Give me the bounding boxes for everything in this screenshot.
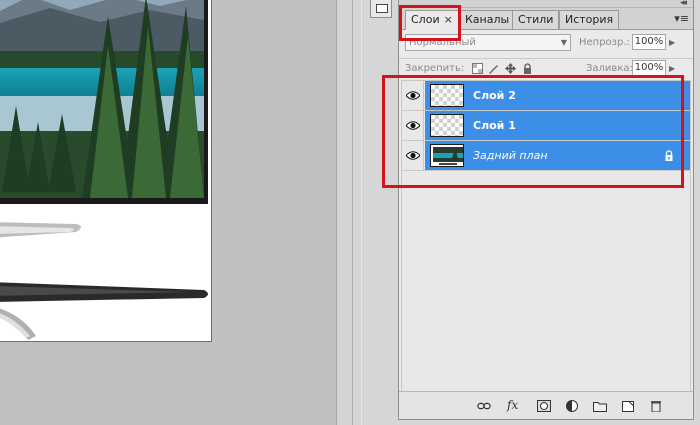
landscape-photo [0,0,204,198]
tab-label: Стили [518,13,554,26]
group-folder-icon[interactable] [593,400,607,412]
opacity-label: Непрозр.: [579,37,630,48]
highlight-box-layers [382,75,684,188]
link-icon[interactable] [477,400,491,412]
lock-position-icon[interactable] [505,63,516,74]
tab-label: История [565,13,614,26]
panel-menu-icon[interactable]: ▾≡ [674,12,689,25]
collapsed-panel-button[interactable] [370,0,392,18]
layers-panel: ◂◂ Слои × Каналы Стили История ▾≡ Нормаль… [398,0,694,420]
opacity-arrow-icon[interactable]: ▶ [669,38,675,47]
monitor-stand-base [0,282,208,340]
layers-bottom-bar: fx [399,391,693,419]
fx-icon[interactable]: fx [507,398,521,412]
opacity-field[interactable]: 100% [632,34,666,50]
adjustment-icon[interactable] [565,400,579,412]
document-canvas[interactable] [0,0,212,342]
monitor-stand-neck [0,222,81,238]
monitor-screen [0,0,208,204]
highlight-box-tab [399,5,461,41]
fill-label: Заливка: [586,63,633,74]
lock-pixels-icon[interactable] [488,63,499,74]
fill-field[interactable]: 100% [632,60,666,76]
collapse-panel-icon[interactable]: ◂◂ [680,0,687,8]
lock-all-icon[interactable] [522,63,533,74]
workspace-gutter [336,0,362,425]
mask-icon[interactable] [537,400,551,412]
tab-styles[interactable]: Стили [512,10,560,29]
divider [352,0,353,425]
tab-channels[interactable]: Каналы [459,10,516,29]
fill-arrow-icon[interactable]: ▶ [669,64,675,73]
tab-label: Каналы [465,13,510,26]
lock-transparent-icon[interactable] [472,63,483,74]
lock-label: Закрепить: [405,63,465,74]
tab-history[interactable]: История [559,10,620,29]
new-layer-icon[interactable] [621,400,635,412]
chevron-down-icon: ▼ [560,38,567,47]
trash-icon[interactable] [649,400,663,412]
